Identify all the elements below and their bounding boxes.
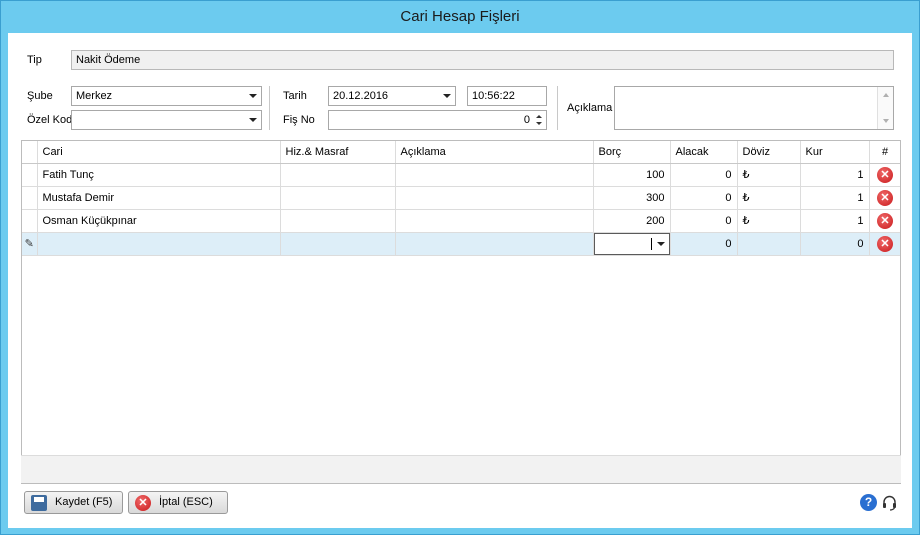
aciklama-label: Açıklama — [567, 102, 613, 114]
cell-doviz[interactable]: ₺ — [737, 209, 801, 233]
table-row[interactable]: Fatih Tunç 100 0 ₺ 1 ✕ — [22, 163, 900, 187]
help-icon[interactable]: ? — [860, 494, 877, 511]
tip-field: Nakit Ödeme — [71, 50, 894, 70]
cell-actions: ✕ — [869, 209, 900, 233]
cell-cari[interactable]: Osman Küçükpınar — [37, 209, 281, 233]
tarih-time-field[interactable]: 10:56:22 — [467, 86, 547, 106]
cell-alacak[interactable]: 0 — [670, 232, 738, 256]
save-button-label: Kaydet (F5) — [55, 496, 113, 508]
cell-aciklama[interactable] — [395, 163, 594, 187]
row-indicator[interactable]: ✎ — [22, 232, 38, 256]
cell-alacak[interactable]: 0 — [670, 209, 738, 233]
entries-grid: Cari Hiz.& Masraf Açıklama Borç Alacak D… — [21, 140, 901, 484]
cell-actions: ✕ — [869, 163, 900, 187]
cell-cari[interactable]: Fatih Tunç — [37, 163, 281, 187]
column-header-cari[interactable]: Cari — [37, 141, 281, 164]
row-indicator[interactable] — [22, 209, 38, 233]
cell-borc-editor[interactable] — [593, 232, 671, 256]
cell-borc[interactable]: 200 — [593, 209, 671, 233]
cancel-button-label: İptal (ESC) — [159, 496, 213, 508]
grid-footer — [21, 455, 901, 483]
cell-doviz[interactable]: ₺ — [737, 186, 801, 210]
sube-label: Şube — [27, 90, 53, 102]
grid-header: Cari Hiz.& Masraf Açıklama Borç Alacak D… — [22, 141, 900, 164]
sube-dropdown[interactable]: Merkez — [71, 86, 262, 106]
cell-borc[interactable]: 300 — [593, 186, 671, 210]
cell-kur[interactable]: 0 — [800, 232, 870, 256]
cell-alacak[interactable]: 0 — [670, 186, 738, 210]
cell-kur[interactable]: 1 — [800, 186, 870, 210]
cell-cari[interactable]: Mustafa Demir — [37, 186, 281, 210]
fis-no-stepper[interactable]: 0 — [328, 110, 547, 130]
fis-no-label: Fiş No — [283, 114, 315, 126]
chevron-down-icon — [249, 94, 257, 98]
spin-up-icon[interactable] — [536, 115, 542, 118]
cell-kur[interactable]: 1 — [800, 163, 870, 187]
cell-hiz-masraf[interactable] — [280, 209, 396, 233]
sube-value: Merkez — [76, 90, 113, 102]
cell-hiz-masraf[interactable] — [280, 232, 396, 256]
column-header-actions: # — [869, 141, 900, 164]
borc-dropdown-editor[interactable] — [593, 232, 669, 254]
cell-alacak[interactable]: 0 — [670, 163, 738, 187]
cell-aciklama[interactable] — [395, 232, 594, 256]
table-row[interactable]: Osman Küçükpınar 200 0 ₺ 1 ✕ — [22, 209, 900, 233]
tarih-date-value: 20.12.2016 — [333, 90, 389, 102]
table-row[interactable]: Mustafa Demir 300 0 ₺ 1 ✕ — [22, 186, 900, 210]
cell-doviz[interactable] — [737, 232, 801, 256]
cell-borc[interactable]: 100 — [593, 163, 671, 187]
cell-actions: ✕ — [869, 232, 900, 256]
form-body: Tip Nakit Ödeme Şube Merkez Özel Kod Tar… — [8, 33, 912, 528]
cell-aciklama[interactable] — [395, 209, 594, 233]
fis-no-value: 0 — [523, 114, 530, 126]
floppy-disk-icon — [31, 495, 47, 511]
column-header-hiz-masraf[interactable]: Hiz.& Masraf — [280, 141, 396, 164]
row-indicator[interactable] — [22, 163, 38, 187]
cell-kur[interactable]: 1 — [800, 209, 870, 233]
row-indicator-header — [22, 141, 38, 164]
cancel-button[interactable]: ✕ İptal (ESC) — [128, 491, 228, 514]
column-header-kur[interactable]: Kur — [800, 141, 870, 164]
column-header-borc[interactable]: Borç — [593, 141, 671, 164]
tip-label: Tip — [27, 54, 42, 66]
column-header-alacak[interactable]: Alacak — [670, 141, 738, 164]
delete-row-icon[interactable]: ✕ — [877, 166, 893, 183]
aciklama-textarea[interactable] — [614, 86, 894, 130]
aciklama-scrollbar[interactable] — [877, 87, 893, 129]
pencil-icon: ✎ — [24, 238, 34, 250]
new-row[interactable]: ✎ 0 0 ✕ — [22, 232, 900, 256]
chevron-down-icon[interactable] — [656, 241, 665, 246]
column-header-doviz[interactable]: Döviz — [737, 141, 801, 164]
spin-down-icon[interactable] — [536, 122, 542, 125]
delete-row-icon[interactable]: ✕ — [877, 235, 893, 252]
separator — [557, 86, 558, 130]
cell-aciklama[interactable] — [395, 186, 594, 210]
separator — [269, 86, 270, 130]
chevron-down-icon — [249, 118, 257, 122]
delete-row-icon[interactable]: ✕ — [877, 189, 893, 206]
chevron-down-icon — [443, 94, 451, 98]
delete-row-icon[interactable]: ✕ — [877, 212, 893, 229]
column-header-aciklama[interactable]: Açıklama — [395, 141, 594, 164]
tarih-label: Tarih — [283, 90, 307, 102]
scroll-down-icon[interactable] — [883, 119, 889, 123]
row-indicator[interactable] — [22, 186, 38, 210]
cell-hiz-masraf[interactable] — [280, 163, 396, 187]
text-caret — [650, 237, 652, 250]
ozel-kod-label: Özel Kod — [27, 114, 73, 126]
ozel-kod-dropdown[interactable] — [71, 110, 262, 130]
cell-actions: ✕ — [869, 186, 900, 210]
cell-cari[interactable] — [37, 232, 281, 256]
save-button[interactable]: Kaydet (F5) — [24, 491, 123, 514]
cancel-x-icon: ✕ — [135, 495, 151, 511]
cell-hiz-masraf[interactable] — [280, 186, 396, 210]
cell-doviz[interactable]: ₺ — [737, 163, 801, 187]
window-title: Cari Hesap Fişleri — [400, 8, 520, 25]
scroll-up-icon[interactable] — [883, 93, 889, 97]
tarih-date-picker[interactable]: 20.12.2016 — [328, 86, 456, 106]
app-window: Cari Hesap Fişleri Tip Nakit Ödeme Şube … — [0, 0, 920, 535]
headset-icon[interactable] — [881, 494, 898, 511]
